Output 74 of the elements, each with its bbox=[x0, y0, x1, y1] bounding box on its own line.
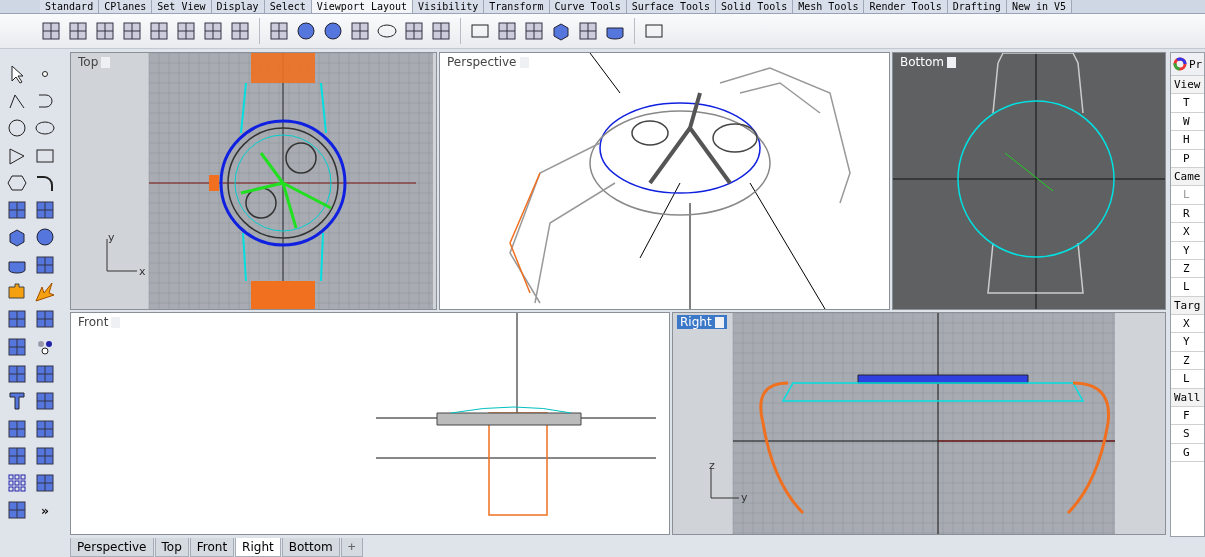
tool-icon[interactable] bbox=[34, 308, 56, 331]
viewport[interactable]: Front bbox=[70, 312, 670, 535]
axis-label: y bbox=[741, 491, 748, 504]
viewport-title[interactable]: Right bbox=[677, 315, 727, 329]
viewport[interactable]: Right z y bbox=[672, 312, 1166, 535]
axis-label: x bbox=[139, 265, 146, 278]
tool-icon[interactable] bbox=[6, 335, 28, 358]
viewport-title[interactable]: Perspective bbox=[444, 55, 532, 69]
add-tab-button[interactable]: + bbox=[340, 538, 363, 557]
toolbar-icon[interactable] bbox=[322, 20, 344, 42]
tool-icon[interactable] bbox=[34, 199, 56, 222]
tool-icon[interactable] bbox=[6, 199, 28, 222]
tool-icon[interactable] bbox=[34, 472, 56, 495]
viewport-title[interactable]: Front bbox=[75, 315, 124, 329]
tool-icon[interactable] bbox=[34, 253, 56, 276]
ribbon-tab[interactable]: Solid Tools bbox=[716, 0, 794, 13]
toolbar-icon[interactable] bbox=[268, 20, 290, 42]
tool-icon[interactable] bbox=[34, 417, 56, 440]
tool-icon[interactable] bbox=[34, 444, 56, 467]
axis-icon bbox=[710, 467, 740, 499]
viewport-tab[interactable]: Bottom bbox=[281, 538, 340, 557]
tool-icon[interactable] bbox=[34, 362, 56, 385]
toolbar-icon[interactable] bbox=[229, 20, 251, 42]
ribbon-tab[interactable]: Set View bbox=[152, 0, 212, 13]
viewport-tab[interactable]: Front bbox=[189, 538, 235, 557]
ribbon-tab[interactable]: Visibility bbox=[413, 0, 485, 13]
section-header[interactable]: View bbox=[1171, 76, 1204, 95]
ribbon-tab[interactable]: Display bbox=[211, 0, 265, 13]
toolbar-icon[interactable] bbox=[430, 20, 452, 42]
ribbon-tab[interactable]: Viewport Layout bbox=[311, 0, 414, 13]
viewport-tab[interactable]: Perspective bbox=[70, 538, 154, 557]
viewport[interactable]: Bottom bbox=[892, 52, 1166, 310]
ribbon-tab[interactable]: CPlanes bbox=[99, 0, 153, 13]
viewport-title[interactable]: Bottom bbox=[897, 55, 959, 69]
tool-icon[interactable] bbox=[6, 499, 28, 522]
axis-label: y bbox=[108, 231, 115, 244]
tool-icon[interactable] bbox=[6, 390, 28, 413]
ribbon-tab[interactable]: Transform bbox=[484, 0, 550, 13]
axis-label: z bbox=[709, 459, 715, 472]
color-wheel-icon bbox=[1173, 57, 1187, 71]
ribbon-tab[interactable]: Surface Tools bbox=[626, 0, 716, 13]
tool-icon[interactable] bbox=[6, 444, 28, 467]
toolbar-icon[interactable] bbox=[40, 20, 62, 42]
toolbar-icon[interactable] bbox=[577, 20, 599, 42]
tool-icon[interactable] bbox=[6, 308, 28, 331]
tool-icon[interactable] bbox=[6, 417, 28, 440]
toolbar-icon[interactable] bbox=[202, 20, 224, 42]
toolbar-icon[interactable] bbox=[403, 20, 425, 42]
toolbar-icon[interactable] bbox=[175, 20, 197, 42]
viewport-tab[interactable]: Top bbox=[154, 538, 189, 557]
toolbar-icon[interactable] bbox=[496, 20, 518, 42]
ribbon-tab[interactable]: Render Tools bbox=[864, 0, 948, 13]
ribbon-tab[interactable]: Curve Tools bbox=[549, 0, 627, 13]
ribbon-tab[interactable]: New in V5 bbox=[1006, 0, 1073, 13]
viewport[interactable]: Top y x bbox=[70, 52, 437, 310]
more-tools-button[interactable]: » bbox=[41, 502, 49, 518]
toolbar-icon[interactable] bbox=[94, 20, 116, 42]
tool-icon[interactable] bbox=[6, 362, 28, 385]
tool-icon[interactable] bbox=[34, 390, 56, 413]
toolbar-icon[interactable] bbox=[295, 20, 317, 42]
toolbar-icon[interactable] bbox=[121, 20, 143, 42]
toolbar-icon[interactable] bbox=[148, 20, 170, 42]
tool-icon[interactable] bbox=[34, 226, 56, 249]
viewport-title[interactable]: Top bbox=[75, 55, 114, 69]
tool-icon[interactable] bbox=[6, 117, 28, 140]
ribbon-tab[interactable]: Select bbox=[264, 0, 312, 13]
toolbar-icon[interactable] bbox=[67, 20, 89, 42]
viewport-tab[interactable]: Right bbox=[235, 538, 281, 557]
ribbon-tab[interactable]: Standard bbox=[40, 0, 100, 13]
toolbar-icon[interactable] bbox=[523, 20, 545, 42]
toolbar-icon[interactable] bbox=[349, 20, 371, 42]
ribbon-tab[interactable]: Mesh Tools bbox=[793, 0, 865, 13]
viewport[interactable]: Perspective bbox=[439, 52, 890, 310]
ribbon-tab[interactable]: Drafting bbox=[947, 0, 1007, 13]
